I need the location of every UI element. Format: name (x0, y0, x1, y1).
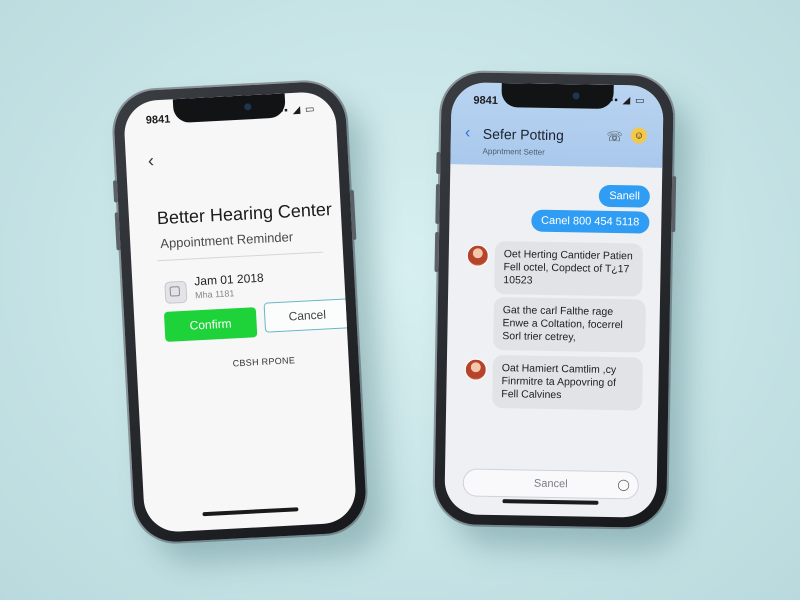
calendar-icon (164, 280, 188, 304)
volume-button (434, 231, 440, 272)
appointment-date: Jam 01 2018 (193, 270, 264, 289)
cancel-button[interactable]: Cancel (263, 298, 352, 333)
outgoing-message: Canel 800 454 5118 (530, 209, 650, 234)
avatar (464, 358, 487, 381)
home-indicator[interactable] (202, 507, 299, 517)
cancel-label: Cancel (288, 307, 327, 324)
right-phone: 9841 ▪▪ ◢ ▭ ‹ Sefer Potting Appntment Se… (434, 72, 677, 528)
appointment-subtitle: Appointment Reminder (159, 229, 294, 252)
outgoing-message: Sanell (599, 184, 651, 208)
incoming-message: Oat Hamiert Camtlim ,cy Finrmitre ta App… (492, 354, 644, 411)
notch (501, 83, 614, 110)
power-button (349, 189, 357, 241)
appointment-detail: Mha 1181 (194, 288, 235, 301)
message-input[interactable]: Sancel ◯ (462, 468, 640, 500)
notch (172, 93, 286, 124)
footer-link[interactable]: CBSH RPONE (232, 355, 295, 368)
confirm-label: Confirm (189, 316, 232, 333)
side-button (112, 180, 119, 203)
back-chevron-icon[interactable]: ‹ (465, 124, 471, 142)
side-button (436, 151, 441, 174)
chat-header: 9841 ▪▪ ◢ ▭ ‹ Sefer Potting Appntment Se… (450, 82, 664, 168)
status-time: 9841 (145, 113, 171, 127)
send-icon[interactable]: ◯ (617, 478, 630, 491)
home-indicator[interactable] (502, 499, 599, 505)
incoming-message: Gat the carl Falthe rage Enwe a Coltatio… (493, 296, 647, 353)
status-icons: ▪▪ ◢ ▭ (279, 103, 316, 117)
left-screen: 9841 ▪▪ ◢ ▭ ‹ Better Hearing Center Appo… (122, 90, 358, 534)
phone-icon[interactable]: ☏ (606, 129, 623, 145)
power-button (671, 176, 677, 233)
avatar (466, 244, 489, 267)
incoming-message: Oet Herting Cantider Patien Fell octel, … (494, 240, 643, 297)
confirm-button[interactable]: Confirm (163, 307, 258, 342)
right-screen: 9841 ▪▪ ◢ ▭ ‹ Sefer Potting Appntment Se… (444, 82, 664, 518)
message-input-placeholder: Sancel (533, 477, 568, 491)
back-chevron-icon[interactable]: ‹ (147, 150, 154, 171)
divider (157, 251, 324, 262)
volume-button (114, 212, 121, 251)
contact-subtitle: Appntment Setter (482, 146, 545, 157)
contact-name: Sefer Potting (482, 125, 564, 144)
volume-button (435, 183, 441, 224)
status-icons: ▪▪ ◢ ▭ (609, 94, 646, 107)
left-phone: 9841 ▪▪ ◢ ▭ ‹ Better Hearing Center Appo… (112, 80, 368, 544)
emoji-icon[interactable]: ☺ (630, 127, 648, 144)
status-time: 9841 (473, 94, 499, 107)
clinic-title: Better Hearing Center (156, 199, 333, 229)
